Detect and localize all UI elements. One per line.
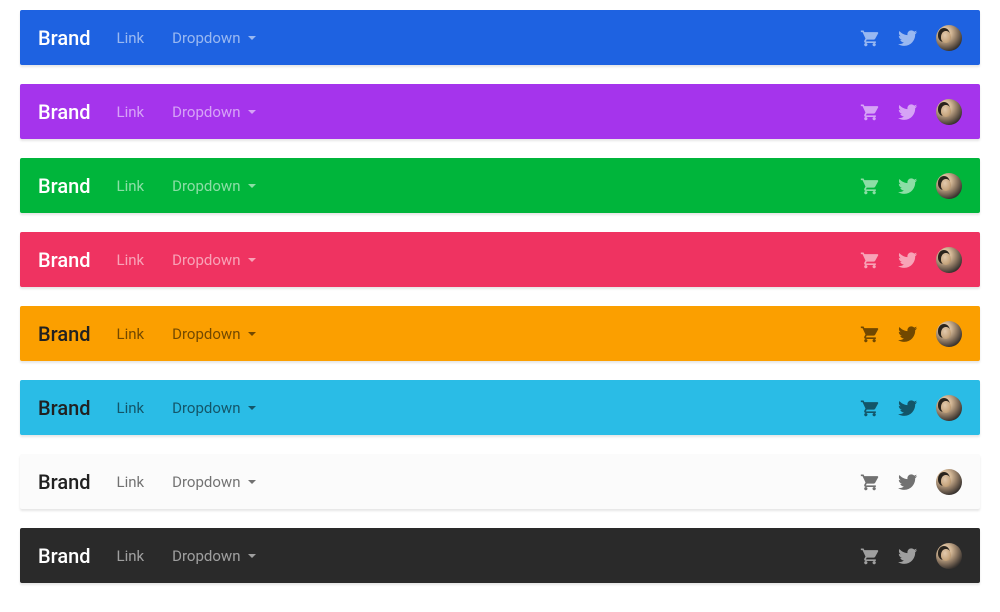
dropdown-label: Dropdown bbox=[172, 473, 240, 491]
twitter-icon[interactable] bbox=[898, 472, 918, 492]
navbar-light: Brand Link Dropdown bbox=[20, 454, 980, 509]
navbar-purple: Brand Link Dropdown bbox=[20, 84, 980, 139]
chevron-down-icon bbox=[248, 110, 256, 114]
twitter-icon[interactable] bbox=[898, 250, 918, 270]
brand[interactable]: Brand bbox=[38, 322, 91, 346]
avatar[interactable] bbox=[936, 469, 962, 495]
brand[interactable]: Brand bbox=[38, 100, 91, 124]
dropdown-label: Dropdown bbox=[172, 251, 240, 269]
twitter-icon[interactable] bbox=[898, 324, 918, 344]
navbar-right bbox=[860, 395, 962, 421]
brand[interactable]: Brand bbox=[38, 26, 91, 50]
nav-link[interactable]: Link bbox=[117, 547, 145, 565]
shopping-cart-icon[interactable] bbox=[860, 546, 880, 566]
navbar-right bbox=[860, 173, 962, 199]
dropdown-label: Dropdown bbox=[172, 547, 240, 565]
brand[interactable]: Brand bbox=[38, 248, 91, 272]
chevron-down-icon bbox=[248, 480, 256, 484]
navbar-right bbox=[860, 247, 962, 273]
navbar-success: Brand Link Dropdown bbox=[20, 158, 980, 213]
navbar-right bbox=[860, 25, 962, 51]
twitter-icon[interactable] bbox=[898, 546, 918, 566]
navbar-dark: Brand Link Dropdown bbox=[20, 528, 980, 583]
brand[interactable]: Brand bbox=[38, 470, 91, 494]
chevron-down-icon bbox=[248, 554, 256, 558]
nav-dropdown[interactable]: Dropdown bbox=[172, 473, 256, 491]
avatar[interactable] bbox=[936, 395, 962, 421]
brand[interactable]: Brand bbox=[38, 396, 91, 420]
chevron-down-icon bbox=[248, 332, 256, 336]
nav-dropdown[interactable]: Dropdown bbox=[172, 547, 256, 565]
nav-link[interactable]: Link bbox=[117, 473, 145, 491]
avatar[interactable] bbox=[936, 543, 962, 569]
nav-dropdown[interactable]: Dropdown bbox=[172, 399, 256, 417]
avatar[interactable] bbox=[936, 173, 962, 199]
navbar-danger: Brand Link Dropdown bbox=[20, 232, 980, 287]
navbar-warning: Brand Link Dropdown bbox=[20, 306, 980, 361]
nav-dropdown[interactable]: Dropdown bbox=[172, 29, 256, 47]
nav-dropdown[interactable]: Dropdown bbox=[172, 251, 256, 269]
twitter-icon[interactable] bbox=[898, 398, 918, 418]
nav-link[interactable]: Link bbox=[117, 399, 145, 417]
navbar-info: Brand Link Dropdown bbox=[20, 380, 980, 435]
dropdown-label: Dropdown bbox=[172, 399, 240, 417]
nav-link[interactable]: Link bbox=[117, 29, 145, 47]
shopping-cart-icon[interactable] bbox=[860, 102, 880, 122]
nav-dropdown[interactable]: Dropdown bbox=[172, 325, 256, 343]
navbar-primary: Brand Link Dropdown bbox=[20, 10, 980, 65]
twitter-icon[interactable] bbox=[898, 176, 918, 196]
shopping-cart-icon[interactable] bbox=[860, 250, 880, 270]
chevron-down-icon bbox=[248, 258, 256, 262]
shopping-cart-icon[interactable] bbox=[860, 398, 880, 418]
chevron-down-icon bbox=[248, 406, 256, 410]
dropdown-label: Dropdown bbox=[172, 177, 240, 195]
shopping-cart-icon[interactable] bbox=[860, 176, 880, 196]
avatar[interactable] bbox=[936, 99, 962, 125]
navbar-right bbox=[860, 321, 962, 347]
dropdown-label: Dropdown bbox=[172, 29, 240, 47]
dropdown-label: Dropdown bbox=[172, 325, 240, 343]
nav-link[interactable]: Link bbox=[117, 325, 145, 343]
nav-link[interactable]: Link bbox=[117, 103, 145, 121]
chevron-down-icon bbox=[248, 184, 256, 188]
avatar[interactable] bbox=[936, 247, 962, 273]
chevron-down-icon bbox=[248, 36, 256, 40]
shopping-cart-icon[interactable] bbox=[860, 472, 880, 492]
brand[interactable]: Brand bbox=[38, 544, 91, 568]
shopping-cart-icon[interactable] bbox=[860, 28, 880, 48]
avatar[interactable] bbox=[936, 321, 962, 347]
nav-dropdown[interactable]: Dropdown bbox=[172, 103, 256, 121]
dropdown-label: Dropdown bbox=[172, 103, 240, 121]
twitter-icon[interactable] bbox=[898, 28, 918, 48]
brand[interactable]: Brand bbox=[38, 174, 91, 198]
twitter-icon[interactable] bbox=[898, 102, 918, 122]
nav-link[interactable]: Link bbox=[117, 177, 145, 195]
navbar-right bbox=[860, 99, 962, 125]
nav-link[interactable]: Link bbox=[117, 251, 145, 269]
nav-dropdown[interactable]: Dropdown bbox=[172, 177, 256, 195]
shopping-cart-icon[interactable] bbox=[860, 324, 880, 344]
navbar-right bbox=[860, 543, 962, 569]
navbar-right bbox=[860, 469, 962, 495]
avatar[interactable] bbox=[936, 25, 962, 51]
